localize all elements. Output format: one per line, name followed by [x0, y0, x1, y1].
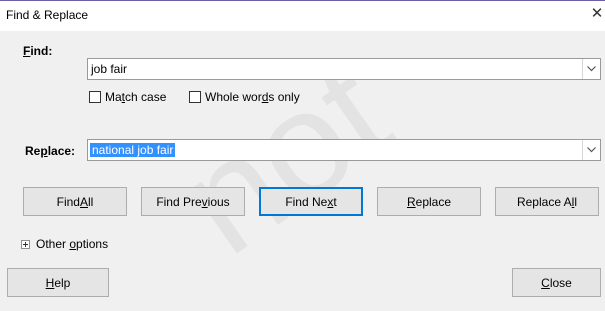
replace-input-value[interactable]: national job fair	[90, 143, 176, 157]
replace-dropdown-button[interactable]	[582, 140, 600, 160]
chevron-down-icon	[587, 66, 596, 72]
dialog-title: Find & Replace	[6, 8, 89, 22]
close-button[interactable]: Close	[512, 268, 601, 297]
replace-combobox[interactable]: national job fair	[87, 139, 601, 161]
match-case-checkbox[interactable]: Match case	[89, 90, 166, 104]
find-dropdown-button[interactable]	[582, 59, 600, 79]
whole-words-checkbox[interactable]: Whole words only	[189, 90, 300, 104]
find-all-button[interactable]: Find All	[23, 187, 127, 216]
whole-words-label: Whole words only	[205, 90, 300, 104]
replace-label: Replace:	[25, 144, 76, 158]
match-case-label: Match case	[105, 90, 167, 104]
match-case-box[interactable]	[89, 91, 101, 103]
replace-all-button[interactable]: Replace All	[495, 187, 599, 216]
close-window-icon[interactable]: ✕	[590, 5, 604, 23]
chevron-down-icon	[587, 147, 596, 153]
find-label: Find:	[23, 44, 53, 58]
find-replace-dialog: Find & Replace ✕ not Find: job fair Matc…	[0, 0, 605, 311]
find-input-value[interactable]: job fair	[91, 62, 127, 76]
find-next-button[interactable]: Find Ne x t	[259, 187, 363, 216]
expand-plus-icon[interactable]	[21, 239, 30, 249]
dialog-body: not Find: job fair Match case Whole word…	[0, 28, 605, 311]
whole-words-box[interactable]	[189, 91, 201, 103]
other-options-label: Other options	[36, 237, 109, 251]
find-previous-button[interactable]: Find Pre v ious	[141, 187, 245, 216]
other-options-expander[interactable]: Other options	[21, 237, 108, 251]
title-bar: Find & Replace ✕	[0, 1, 605, 31]
find-combobox[interactable]: job fair	[87, 58, 601, 80]
help-button[interactable]: Help	[7, 268, 109, 297]
replace-button[interactable]: Replace	[377, 187, 481, 216]
